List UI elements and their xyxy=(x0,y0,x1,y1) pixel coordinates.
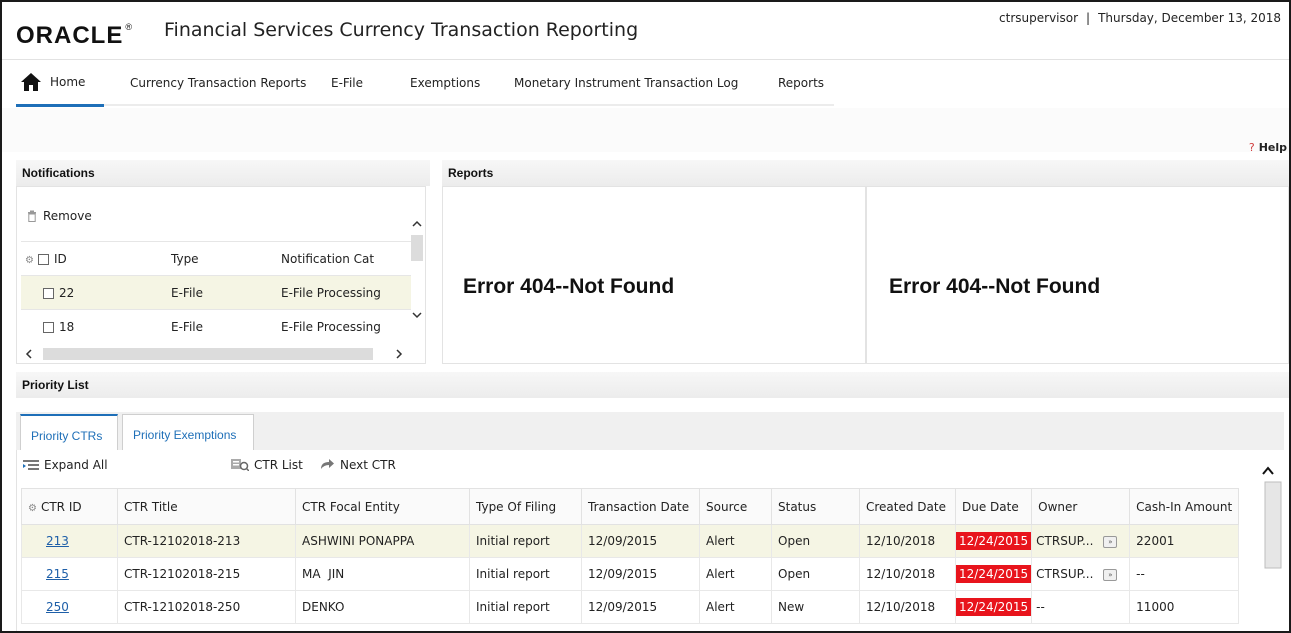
error-message: Error 404--Not Found xyxy=(889,275,1101,298)
row-checkbox[interactable] xyxy=(43,321,54,333)
priority-ctrs-table: ⚙ CTR ID CTR Title CTR Focal Entity Type … xyxy=(21,488,1240,624)
error-message: Error 404--Not Found xyxy=(463,275,675,298)
oracle-logo: ORACLE ® xyxy=(16,22,133,49)
ctr-id-link[interactable]: 215 xyxy=(46,567,69,581)
col-id: ⚙ ID xyxy=(21,241,167,276)
owner-details-icon[interactable]: » xyxy=(1103,535,1118,548)
remove-button[interactable]: Remove xyxy=(27,209,92,223)
nav-e-file[interactable]: E-File xyxy=(331,76,363,90)
notifications-panel: Remove ⚙ ID Type Notification Cat 22 E-Fi… xyxy=(16,186,426,364)
notifications-table: ⚙ ID Type Notification Cat 22 E-File E-Fi… xyxy=(21,241,411,344)
col-notification-category: Notification Cat xyxy=(277,241,411,276)
vertical-scrollbar[interactable] xyxy=(409,217,425,335)
row-checkbox[interactable] xyxy=(43,287,54,299)
col-owner[interactable]: Owner xyxy=(1031,488,1131,525)
current-date: Thursday, December 13, 2018 xyxy=(1098,11,1281,25)
col-ctr-id[interactable]: ⚙ CTR ID xyxy=(21,488,118,525)
table-row[interactable]: 18 E-File E-File Processing xyxy=(21,309,411,344)
col-cash-in-amount[interactable]: Cash-In Amount xyxy=(1129,488,1240,525)
ctr-id-link[interactable]: 213 xyxy=(46,534,69,548)
home-icon xyxy=(21,73,41,91)
ctr-list-icon xyxy=(231,459,249,471)
col-source[interactable]: Source xyxy=(699,488,772,525)
nav-monetary-instrument-transaction-log[interactable]: Monetary Instrument Transaction Log xyxy=(514,76,738,90)
page-toolbar: ? Help xyxy=(2,108,1289,154)
priority-ctrs-panel: Expand All CTR List Next CTR ⚙ CTR ID CTR… xyxy=(16,450,1284,631)
nav-home[interactable]: Home xyxy=(20,72,85,92)
col-type-of-filing[interactable]: Type Of Filing xyxy=(469,488,582,525)
next-arrow-icon xyxy=(321,459,334,469)
due-date-badge: 12/24/2015 xyxy=(956,532,1031,550)
owner-details-icon[interactable]: » xyxy=(1103,568,1118,581)
priority-tabs: Priority CTRs Priority Exemptions xyxy=(16,412,1284,450)
due-date-badge: 12/24/2015 xyxy=(956,598,1031,616)
select-all-checkbox[interactable] xyxy=(37,253,49,265)
col-type: Type xyxy=(167,241,277,276)
nav-divider xyxy=(104,104,834,106)
ctr-id-link[interactable]: 250 xyxy=(46,600,69,614)
col-ctr-title[interactable]: CTR Title xyxy=(117,488,296,525)
app-header: ORACLE ® Financial Services Currency Tran… xyxy=(2,2,1289,60)
reports-header: Reports xyxy=(442,160,1289,186)
report-frame-right: Error 404--Not Found xyxy=(866,186,1289,364)
app-title: Financial Services Currency Transaction … xyxy=(164,19,639,41)
help-icon: ? xyxy=(1248,141,1255,154)
expand-all-button[interactable]: Expand All xyxy=(23,458,108,472)
username[interactable]: ctrsupervisor xyxy=(999,11,1078,25)
expand-all-icon xyxy=(23,460,39,470)
app-window: ORACLE ® Financial Services Currency Tran… xyxy=(0,0,1291,633)
next-ctr-button[interactable]: Next CTR xyxy=(319,458,396,472)
col-due-date[interactable]: Due Date xyxy=(954,488,1033,525)
priority-vertical-scrollbar[interactable] xyxy=(1264,480,1282,600)
horizontal-scrollbar[interactable] xyxy=(21,347,409,361)
hierarchy-icon: ⚙ xyxy=(28,502,37,514)
col-transaction-date[interactable]: Transaction Date xyxy=(581,488,700,525)
due-date-badge: 12/24/2015 xyxy=(956,565,1031,583)
nav-currency-transaction-reports[interactable]: Currency Transaction Reports xyxy=(130,76,306,90)
notifications-header: Notifications xyxy=(16,160,430,186)
table-row[interactable]: 22 E-File E-File Processing xyxy=(21,275,411,310)
help-link[interactable]: ? Help xyxy=(1249,141,1287,154)
col-ctr-focal-entity[interactable]: CTR Focal Entity xyxy=(295,488,470,525)
table-row[interactable]: 213 CTR-12102018-213 ASHWINI PONAPPA Ini… xyxy=(21,524,1240,558)
table-header-row: ⚙ CTR ID CTR Title CTR Focal Entity Type … xyxy=(21,488,1240,525)
ctr-list-button[interactable]: CTR List xyxy=(231,458,303,472)
tab-priority-exemptions[interactable]: Priority Exemptions xyxy=(122,414,254,450)
table-header-row: ⚙ ID Type Notification Cat xyxy=(21,241,411,276)
table-row[interactable]: 250 CTR-12102018-250 DENKO Initial repor… xyxy=(21,590,1240,624)
active-tab-indicator xyxy=(16,104,104,107)
tab-priority-ctrs[interactable]: Priority CTRs xyxy=(20,414,118,450)
trash-icon xyxy=(28,210,36,222)
main-nav: Home Currency Transaction Reports E-File… xyxy=(2,60,1289,108)
report-frame-left: Error 404--Not Found xyxy=(442,186,866,364)
nav-exemptions[interactable]: Exemptions xyxy=(410,76,480,90)
nav-reports[interactable]: Reports xyxy=(778,76,824,90)
collapse-chevron-icon[interactable] xyxy=(1262,466,1274,476)
table-row[interactable]: 215 CTR-12102018-215 MA JIN Initial repo… xyxy=(21,557,1240,591)
priority-list-header: Priority List xyxy=(16,372,1289,398)
user-info: ctrsupervisor | Thursday, December 13, 201… xyxy=(999,11,1281,25)
col-created-date[interactable]: Created Date xyxy=(859,488,956,525)
col-status[interactable]: Status xyxy=(771,488,860,525)
hierarchy-icon: ⚙ xyxy=(25,254,34,266)
